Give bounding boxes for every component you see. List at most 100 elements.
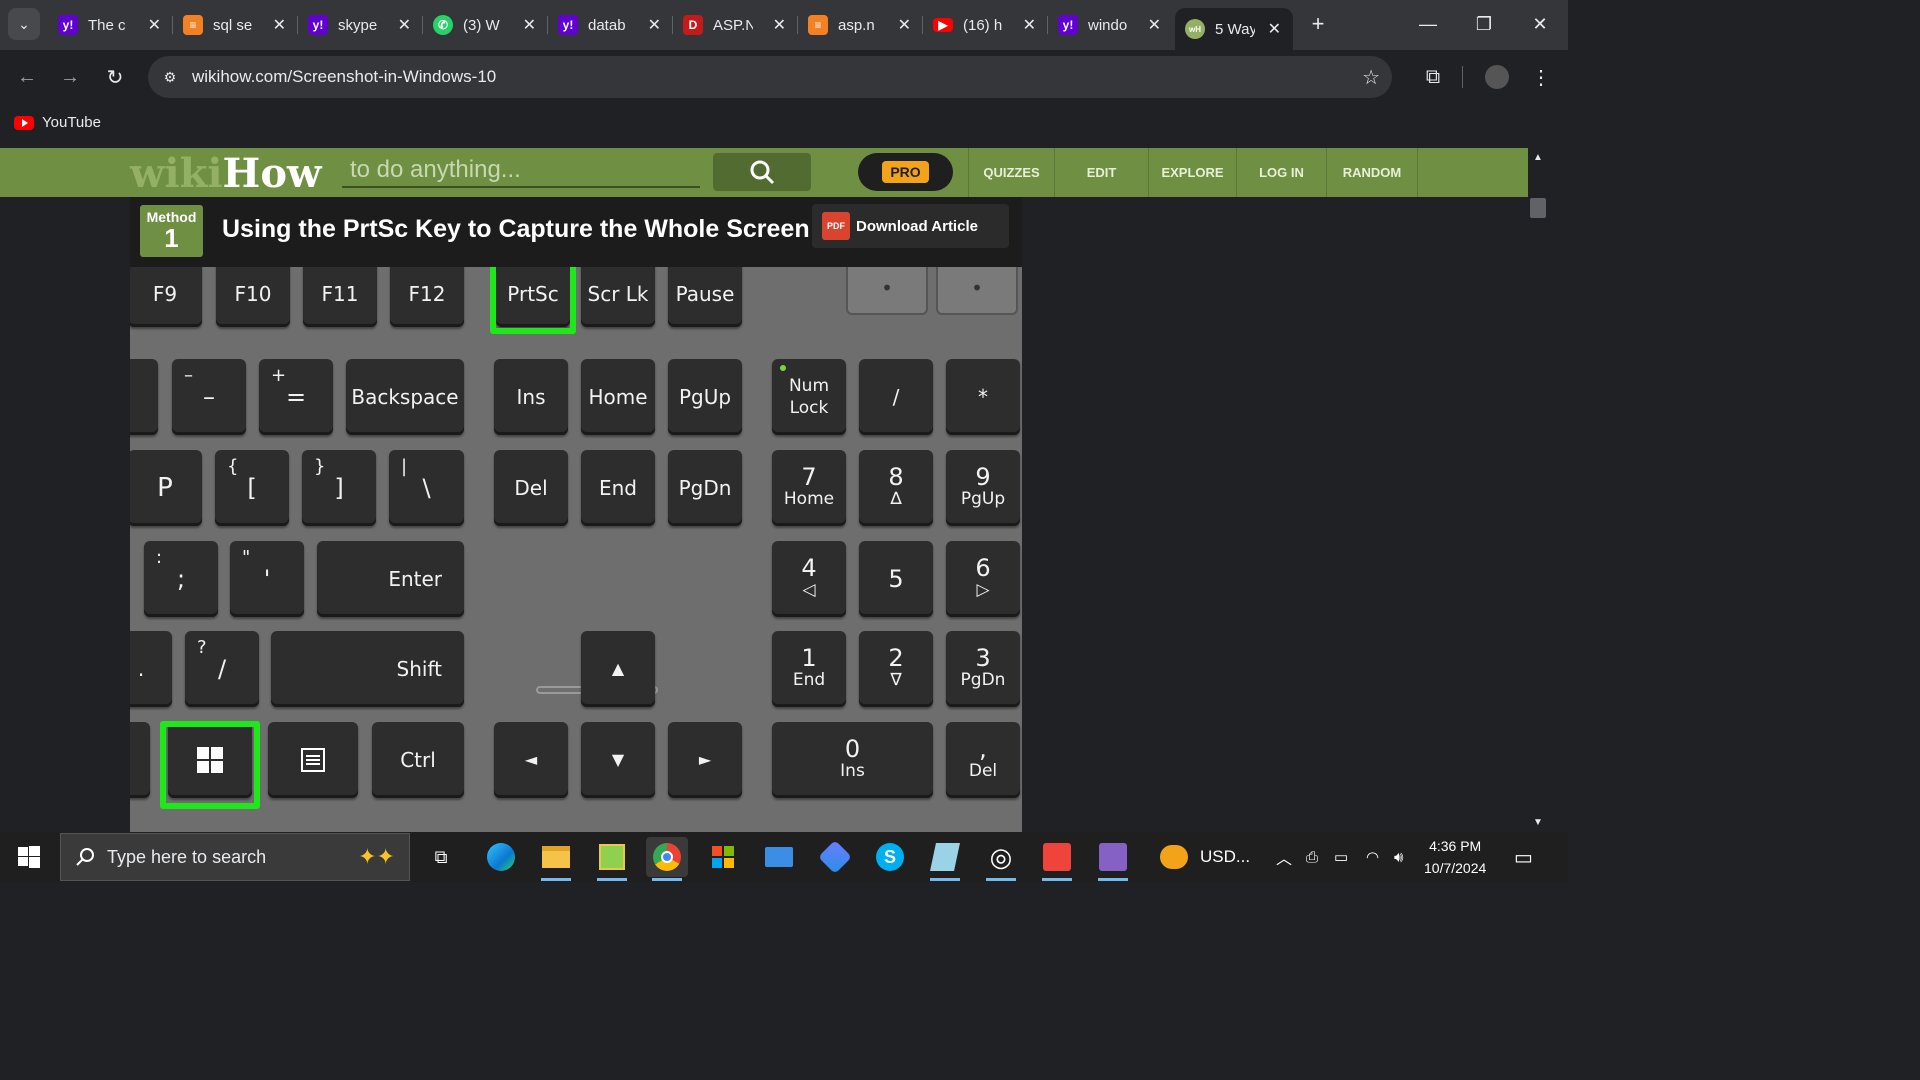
windows-taskbar: Type here to search ✦✦ ⧉ S ◎ USD... ︿ ⎙ … [0, 832, 1568, 882]
yahoo-icon: y! [58, 15, 78, 35]
battery-icon[interactable]: ▭ [1334, 832, 1348, 882]
profile-avatar[interactable] [1482, 62, 1512, 92]
browser-tab-active[interactable]: wH 5 Way ✕ [1175, 8, 1293, 50]
chrome-icon[interactable] [646, 837, 688, 881]
download-label: Download Article [856, 217, 978, 235]
browser-tab[interactable]: D ASP.N ✕ [673, 8, 798, 42]
anydesk-icon[interactable] [1036, 837, 1078, 881]
search-icon [76, 848, 94, 866]
scroll-thumb[interactable] [1530, 198, 1546, 218]
tab-title: (16) h [963, 16, 1003, 34]
tab-search-button[interactable]: ⌄ [8, 8, 40, 40]
taskbar-search-input[interactable]: Type here to search ✦✦ [60, 833, 410, 881]
close-tab-icon[interactable]: ✕ [1268, 19, 1281, 39]
nav-explore[interactable]: EXPLORE [1148, 148, 1236, 197]
youtube-icon: ▶ [933, 18, 953, 32]
notepad-icon[interactable] [924, 837, 966, 881]
forward-button[interactable]: → [55, 62, 85, 92]
start-button[interactable] [0, 832, 58, 882]
copilot-sparkle-icon: ✦✦ [358, 844, 395, 869]
browser-tab[interactable]: ≡ sql se ✕ [173, 8, 298, 42]
volume-icon[interactable]: 🔊︎ [1394, 832, 1403, 882]
close-tab-icon[interactable]: ✕ [773, 15, 786, 35]
minimize-button[interactable]: — [1400, 6, 1456, 42]
extensions-icon[interactable]: ⧉ [1418, 62, 1448, 92]
close-window-button[interactable]: ✕ [1512, 6, 1568, 42]
new-tab-button[interactable]: + [1306, 10, 1330, 38]
clock[interactable]: 4:36 PM 10/7/2024 [1424, 832, 1486, 882]
close-tab-icon[interactable]: ✕ [398, 15, 411, 35]
weather-text: USD... [1200, 847, 1251, 866]
pro-button[interactable]: PRO [858, 153, 953, 191]
bookmark-star-icon[interactable]: ☆ [1362, 65, 1380, 90]
keyboard-image: F9 F10 F11 F12 PrtSc Scr Lk Pause • • – –… [130, 267, 1022, 832]
reload-button[interactable]: ↻ [100, 62, 130, 92]
browser-tab[interactable]: ✆ (3) W ✕ [423, 8, 548, 42]
obs-icon[interactable]: ◎ [980, 837, 1022, 881]
browser-tab[interactable]: y! The c ✕ [48, 8, 173, 42]
key-ctrl: Ctrl [372, 722, 464, 798]
prtsc-highlight [490, 267, 576, 334]
site-info-icon[interactable]: ⚙ [160, 67, 180, 87]
menu-icon[interactable]: ⋮ [1526, 62, 1556, 92]
close-tab-icon[interactable]: ✕ [523, 15, 536, 35]
mail-icon[interactable] [758, 837, 800, 877]
search-placeholder: Type here to search [107, 846, 267, 867]
address-bar[interactable]: ⚙ wikihow.com/Screenshot-in-Windows-10 ☆ [148, 56, 1392, 98]
copilot-icon[interactable] [814, 837, 856, 877]
scroll-up-icon[interactable]: ▲ [1533, 152, 1543, 163]
nav-edit[interactable]: EDIT [1054, 148, 1148, 197]
wikihow-search-button[interactable] [713, 153, 811, 191]
yahoo-icon: y! [558, 15, 578, 35]
nav-random[interactable]: RANDOM [1326, 148, 1418, 197]
key-num8: 8 ∆ [859, 450, 933, 526]
close-tab-icon[interactable]: ✕ [648, 15, 661, 35]
tab-title: ASP.N [713, 16, 753, 34]
nav-login[interactable]: LOG IN [1236, 148, 1326, 197]
scroll-down-icon[interactable]: ▼ [1533, 817, 1543, 828]
back-button[interactable]: ← [12, 62, 42, 92]
tab-title: skype [338, 16, 378, 34]
key-arrow-left: ◄ [494, 722, 568, 798]
visual-studio-icon[interactable] [1092, 837, 1134, 881]
close-tab-icon[interactable]: ✕ [1148, 15, 1161, 35]
bookmark-youtube[interactable]: YouTube [14, 114, 101, 131]
pdf-icon: PDF [822, 212, 850, 240]
stackoverflow-icon: ≡ [808, 15, 828, 35]
key-num-star: * [946, 359, 1020, 435]
close-tab-icon[interactable]: ✕ [1023, 15, 1036, 35]
edge-icon[interactable] [480, 837, 522, 877]
photos-icon[interactable] [591, 837, 633, 881]
restore-button[interactable]: ❐ [1456, 6, 1512, 42]
browser-tab[interactable]: ≡ asp.n ✕ [798, 8, 923, 42]
wikihow-search-input[interactable]: to do anything... [342, 154, 700, 188]
key-rbracket: }] [302, 450, 376, 526]
key-f9: F9 [130, 267, 202, 327]
show-hidden-icons[interactable]: ︿ [1276, 832, 1292, 882]
close-tab-icon[interactable]: ✕ [148, 15, 161, 35]
close-tab-icon[interactable]: ✕ [898, 15, 911, 35]
page-scrollbar[interactable]: ▲ ▼ [1528, 148, 1548, 832]
menu-key-icon [301, 748, 325, 772]
task-view-icon[interactable]: ⧉ [420, 837, 462, 877]
browser-tab[interactable]: y! windo ✕ [1048, 8, 1173, 42]
youtube-icon [14, 115, 34, 130]
wifi-icon[interactable]: ◠ [1366, 832, 1379, 882]
wikihow-logo[interactable]: wikiHow [130, 150, 321, 197]
weather-widget[interactable]: USD... [1160, 832, 1250, 882]
key-shift: Shift [271, 631, 464, 707]
download-article-button[interactable]: PDF Download Article [812, 204, 1009, 248]
numlock-led [780, 365, 786, 371]
file-explorer-icon[interactable] [535, 837, 577, 881]
tab-title: datab [588, 16, 626, 34]
device-icon[interactable]: ⎙ [1306, 832, 1318, 882]
browser-tab[interactable]: y! skype ✕ [298, 8, 423, 42]
microsoft-store-icon[interactable] [702, 837, 744, 877]
nav-quizzes[interactable]: QUIZZES [968, 148, 1054, 197]
url-text[interactable]: wikihow.com/Screenshot-in-Windows-10 [192, 67, 496, 87]
close-tab-icon[interactable]: ✕ [273, 15, 286, 35]
skype-icon[interactable]: S [869, 837, 911, 877]
browser-tab[interactable]: ▶ (16) h ✕ [923, 8, 1048, 42]
browser-tab[interactable]: y! datab ✕ [548, 8, 673, 42]
notifications-icon[interactable]: ▭ [1514, 832, 1533, 882]
